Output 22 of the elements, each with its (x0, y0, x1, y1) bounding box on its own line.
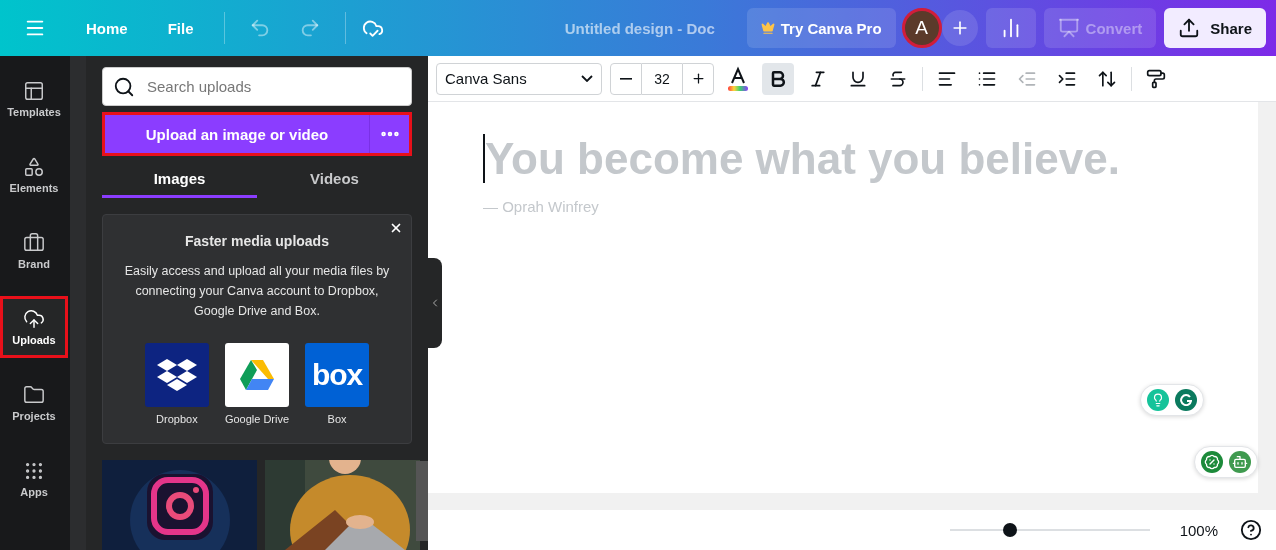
font-size-field[interactable]: 32 (642, 62, 682, 95)
zoom-reading: 100% (1179, 521, 1218, 539)
search-field[interactable]: Search uploads (102, 67, 412, 106)
tab[interactable]: Videos (257, 162, 412, 198)
pro-button[interactable]: Try Canva Pro (746, 8, 896, 48)
rail-item[interactable]: Templates (0, 68, 68, 130)
promo-title: Faster media uploads (185, 233, 329, 249)
rail-item[interactable]: Apps (0, 448, 68, 510)
share-button[interactable]: Share (1164, 8, 1266, 48)
service-button[interactable]: Google Drive (224, 343, 290, 425)
service-button[interactable]: box Box (305, 343, 370, 425)
box-logo: box (305, 343, 370, 407)
rail-item[interactable]: Elements (0, 144, 68, 206)
rail-item[interactable]: Uploads (0, 296, 68, 358)
rail-item[interactable]: Projects (0, 372, 68, 434)
tab[interactable]: Images (102, 162, 257, 198)
rail-item[interactable]: Brand (0, 220, 68, 282)
font-select[interactable]: Canva Sans (436, 62, 602, 95)
upload-button[interactable]: Upload an image or video (105, 115, 369, 153)
service-button[interactable]: Dropbox (144, 343, 209, 425)
avatar[interactable]: A (901, 8, 942, 48)
promo-text: Easily access and upload all your media files by connecting your Canva account to Dropbox, Google Drive and Box. (123, 263, 391, 320)
